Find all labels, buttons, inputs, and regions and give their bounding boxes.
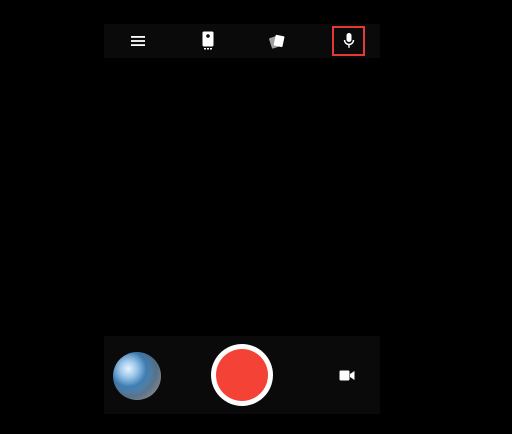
screen [0,0,512,434]
top-toolbar [104,24,380,58]
front-camera-icon [202,31,214,50]
effects-cards-icon [269,34,285,49]
gallery-thumbnail[interactable] [113,352,161,400]
microphone-button[interactable] [332,26,365,56]
record-button[interactable] [211,344,273,406]
effects-button[interactable] [262,27,292,55]
record-button-icon [216,349,268,401]
front-camera-button[interactable] [193,27,223,55]
video-mode-button[interactable] [337,366,357,384]
menu-icon [131,36,145,46]
microphone-icon [343,33,354,48]
camera-app [104,24,380,414]
video-camera-icon [339,370,355,380]
camera-viewfinder[interactable] [104,58,380,336]
bottom-controls [104,336,380,414]
menu-button[interactable] [123,27,153,55]
